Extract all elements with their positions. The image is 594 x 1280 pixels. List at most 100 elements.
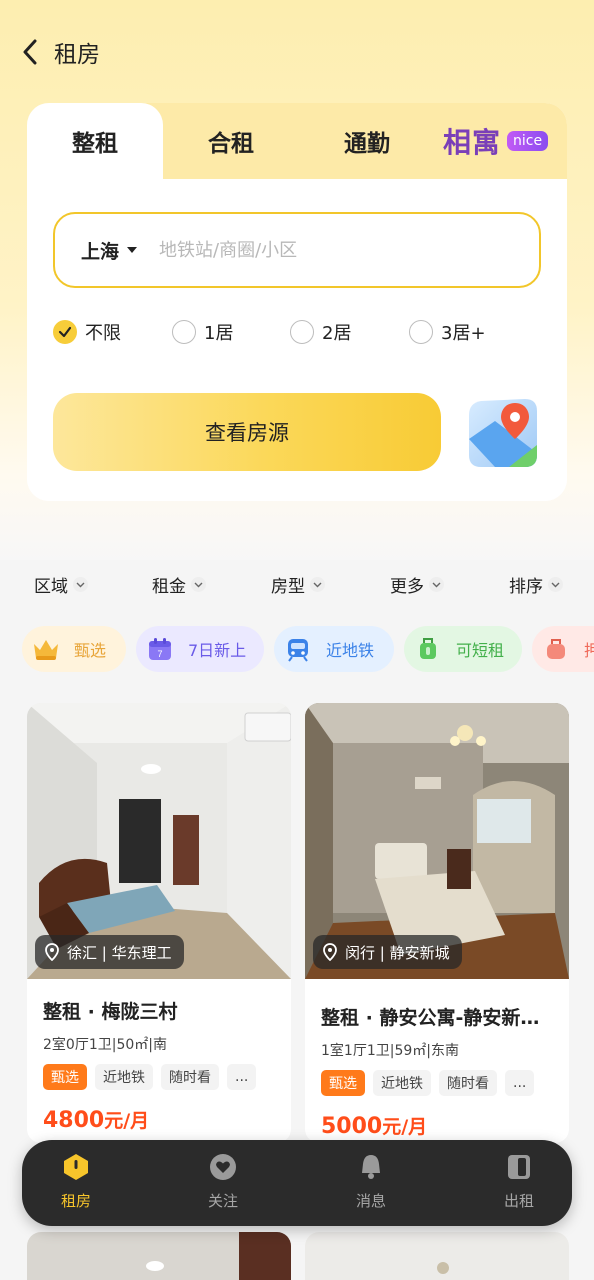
listing-card-partial[interactable] [27,1232,291,1280]
luggage-icon [412,634,444,664]
quick-tag-label: 7日新上 [188,641,247,660]
price-value: 4800 [43,1108,105,1133]
tab-label: 关注 [207,1192,238,1210]
room-option-2[interactable]: 2居 [290,319,351,345]
location-pin-icon [323,943,337,961]
home-icon [61,1152,91,1182]
room-option-any[interactable]: 不限 [53,319,121,345]
bottom-tab-bar: 租房 关注 消息 出租 [22,1140,572,1226]
listing-title: 整租 · 静安公寓-静安新… [321,1007,540,1029]
price-unit: 元/月 [104,1110,150,1132]
checked-radio-icon[interactable] [53,320,77,344]
calendar-icon: 7 [144,634,176,664]
search-box[interactable]: 上海 [53,212,541,288]
filter-label: 区域 [34,577,68,597]
tag-selected: 甄选 [43,1064,87,1090]
quick-tag-near-subway[interactable]: 近地铁 [274,626,394,672]
filter-label: 租金 [152,577,186,597]
tag-near-subway: 近地铁 [373,1070,431,1096]
filter-label: 房型 [271,577,305,597]
quick-tag-label: 押 [584,641,594,660]
listing-card[interactable]: 徐汇 | 华东理工 整租 · 梅陇三村 2室0厅1卫|50㎡|南 甄选 近地铁 … [27,703,291,1143]
listing-tags: 甄选 近地铁 随时看 ... [321,1070,553,1096]
tag-selected: 甄选 [321,1070,365,1096]
quick-tag-label: 可短租 [456,641,505,660]
room-option-label: 不限 [85,323,121,344]
location-pin-icon [45,943,59,961]
chevron-down-icon [73,577,88,592]
room-option-3plus[interactable]: 3居+ [409,319,486,345]
tab-follow[interactable]: 关注 [173,1152,273,1211]
tag-more: ... [227,1064,257,1090]
listing-photo [305,1232,569,1280]
back-arrow-icon[interactable] [22,39,44,65]
bag-icon [540,634,572,664]
door-icon [504,1152,534,1182]
city-selector[interactable]: 上海 [81,237,119,264]
listing-price: 4800元/月 [43,1106,275,1133]
filter-sort[interactable]: 排序 [509,572,563,597]
tab-commute[interactable]: 通勤 [299,103,435,179]
filter-layout[interactable]: 房型 [271,572,325,597]
quick-tag-deposit[interactable]: 押 [532,626,594,672]
location-badge: 闵行 | 静安新城 [313,935,462,969]
listing-card[interactable]: 闵行 | 静安新城 整租 · 静安公寓-静安新… 1室1厅1卫|59㎡|东南 甄… [305,703,569,1143]
rent-type-tabs: 整租 合租 通勤 相寓 nice [27,103,567,179]
tab-shared-rent[interactable]: 合租 [163,103,299,179]
quick-tag-short-term[interactable]: 可短租 [404,626,522,672]
quick-tag-selected[interactable]: 甄选 [22,626,126,672]
radio-icon[interactable] [409,320,433,344]
filter-area[interactable]: 区域 [34,572,88,597]
tab-whole-rent[interactable]: 整租 [27,103,163,179]
tag-view-anytime: 随时看 [439,1070,497,1096]
crown-icon [30,634,62,664]
quick-tag-label: 甄选 [74,641,107,660]
quick-tag-label: 近地铁 [326,641,375,660]
search-input[interactable] [159,239,460,261]
filter-rent[interactable]: 租金 [152,572,206,597]
tab-label: 消息 [355,1192,386,1210]
tab-brand-xiangyu[interactable]: 相寓 nice [443,103,567,179]
chevron-down-icon [429,577,444,592]
quick-tag-new-7days[interactable]: 7 7日新上 [136,626,264,672]
view-listings-button[interactable]: 查看房源 [53,393,441,471]
listing-meta: 2室0厅1卫|50㎡|南 [43,1037,167,1053]
location-text: 闵行 | 静安新城 [345,943,450,962]
chevron-down-icon [191,577,206,592]
price-unit: 元/月 [382,1116,428,1138]
location-badge: 徐汇 | 华东理工 [35,935,184,969]
room-option-1[interactable]: 1居 [172,319,233,345]
tab-label: 出租 [503,1192,534,1210]
chevron-down-icon [548,577,563,592]
listing-price: 5000元/月 [321,1112,553,1139]
listing-card-partial[interactable] [305,1232,569,1280]
room-option-label: 3居+ [441,323,486,344]
listing-photo [27,1232,291,1280]
quick-tag-row: 甄选 7 7日新上 近地铁 可短租 押 [0,626,594,674]
map-icon[interactable] [465,395,541,471]
filter-more[interactable]: 更多 [390,572,444,597]
tab-rent-home[interactable]: 租房 [26,1152,126,1211]
listing-tags: 甄选 近地铁 随时看 ... [43,1064,275,1090]
heart-icon [208,1152,238,1182]
listing-meta: 1室1厅1卫|59㎡|东南 [321,1043,459,1059]
bell-icon [356,1152,386,1182]
caret-down-icon[interactable] [127,247,138,253]
listing-photo[interactable]: 徐汇 | 华东理工 [27,703,291,979]
tag-view-anytime: 随时看 [161,1064,219,1090]
room-option-label: 1居 [204,323,234,344]
page-title: 租房 [54,42,100,68]
search-card: 整租 合租 通勤 相寓 nice 上海 不限 1居 [27,103,567,501]
tab-label: 租房 [60,1192,91,1210]
listing-title: 整租 · 梅陇三村 [43,1001,178,1023]
radio-icon[interactable] [172,320,196,344]
listing-photo[interactable]: 闵行 | 静安新城 [305,703,569,979]
svg-text:7: 7 [157,649,162,659]
brand-badge: nice [507,131,549,151]
radio-icon[interactable] [290,320,314,344]
search-panel: 上海 不限 1居 2居 3居+ 查看房源 [27,179,567,501]
filter-bar: 区域 租金 房型 更多 排序 [0,562,594,606]
tab-messages[interactable]: 消息 [321,1152,421,1211]
app-header: 租房 [0,28,594,76]
tab-lease-out[interactable]: 出租 [469,1152,569,1211]
